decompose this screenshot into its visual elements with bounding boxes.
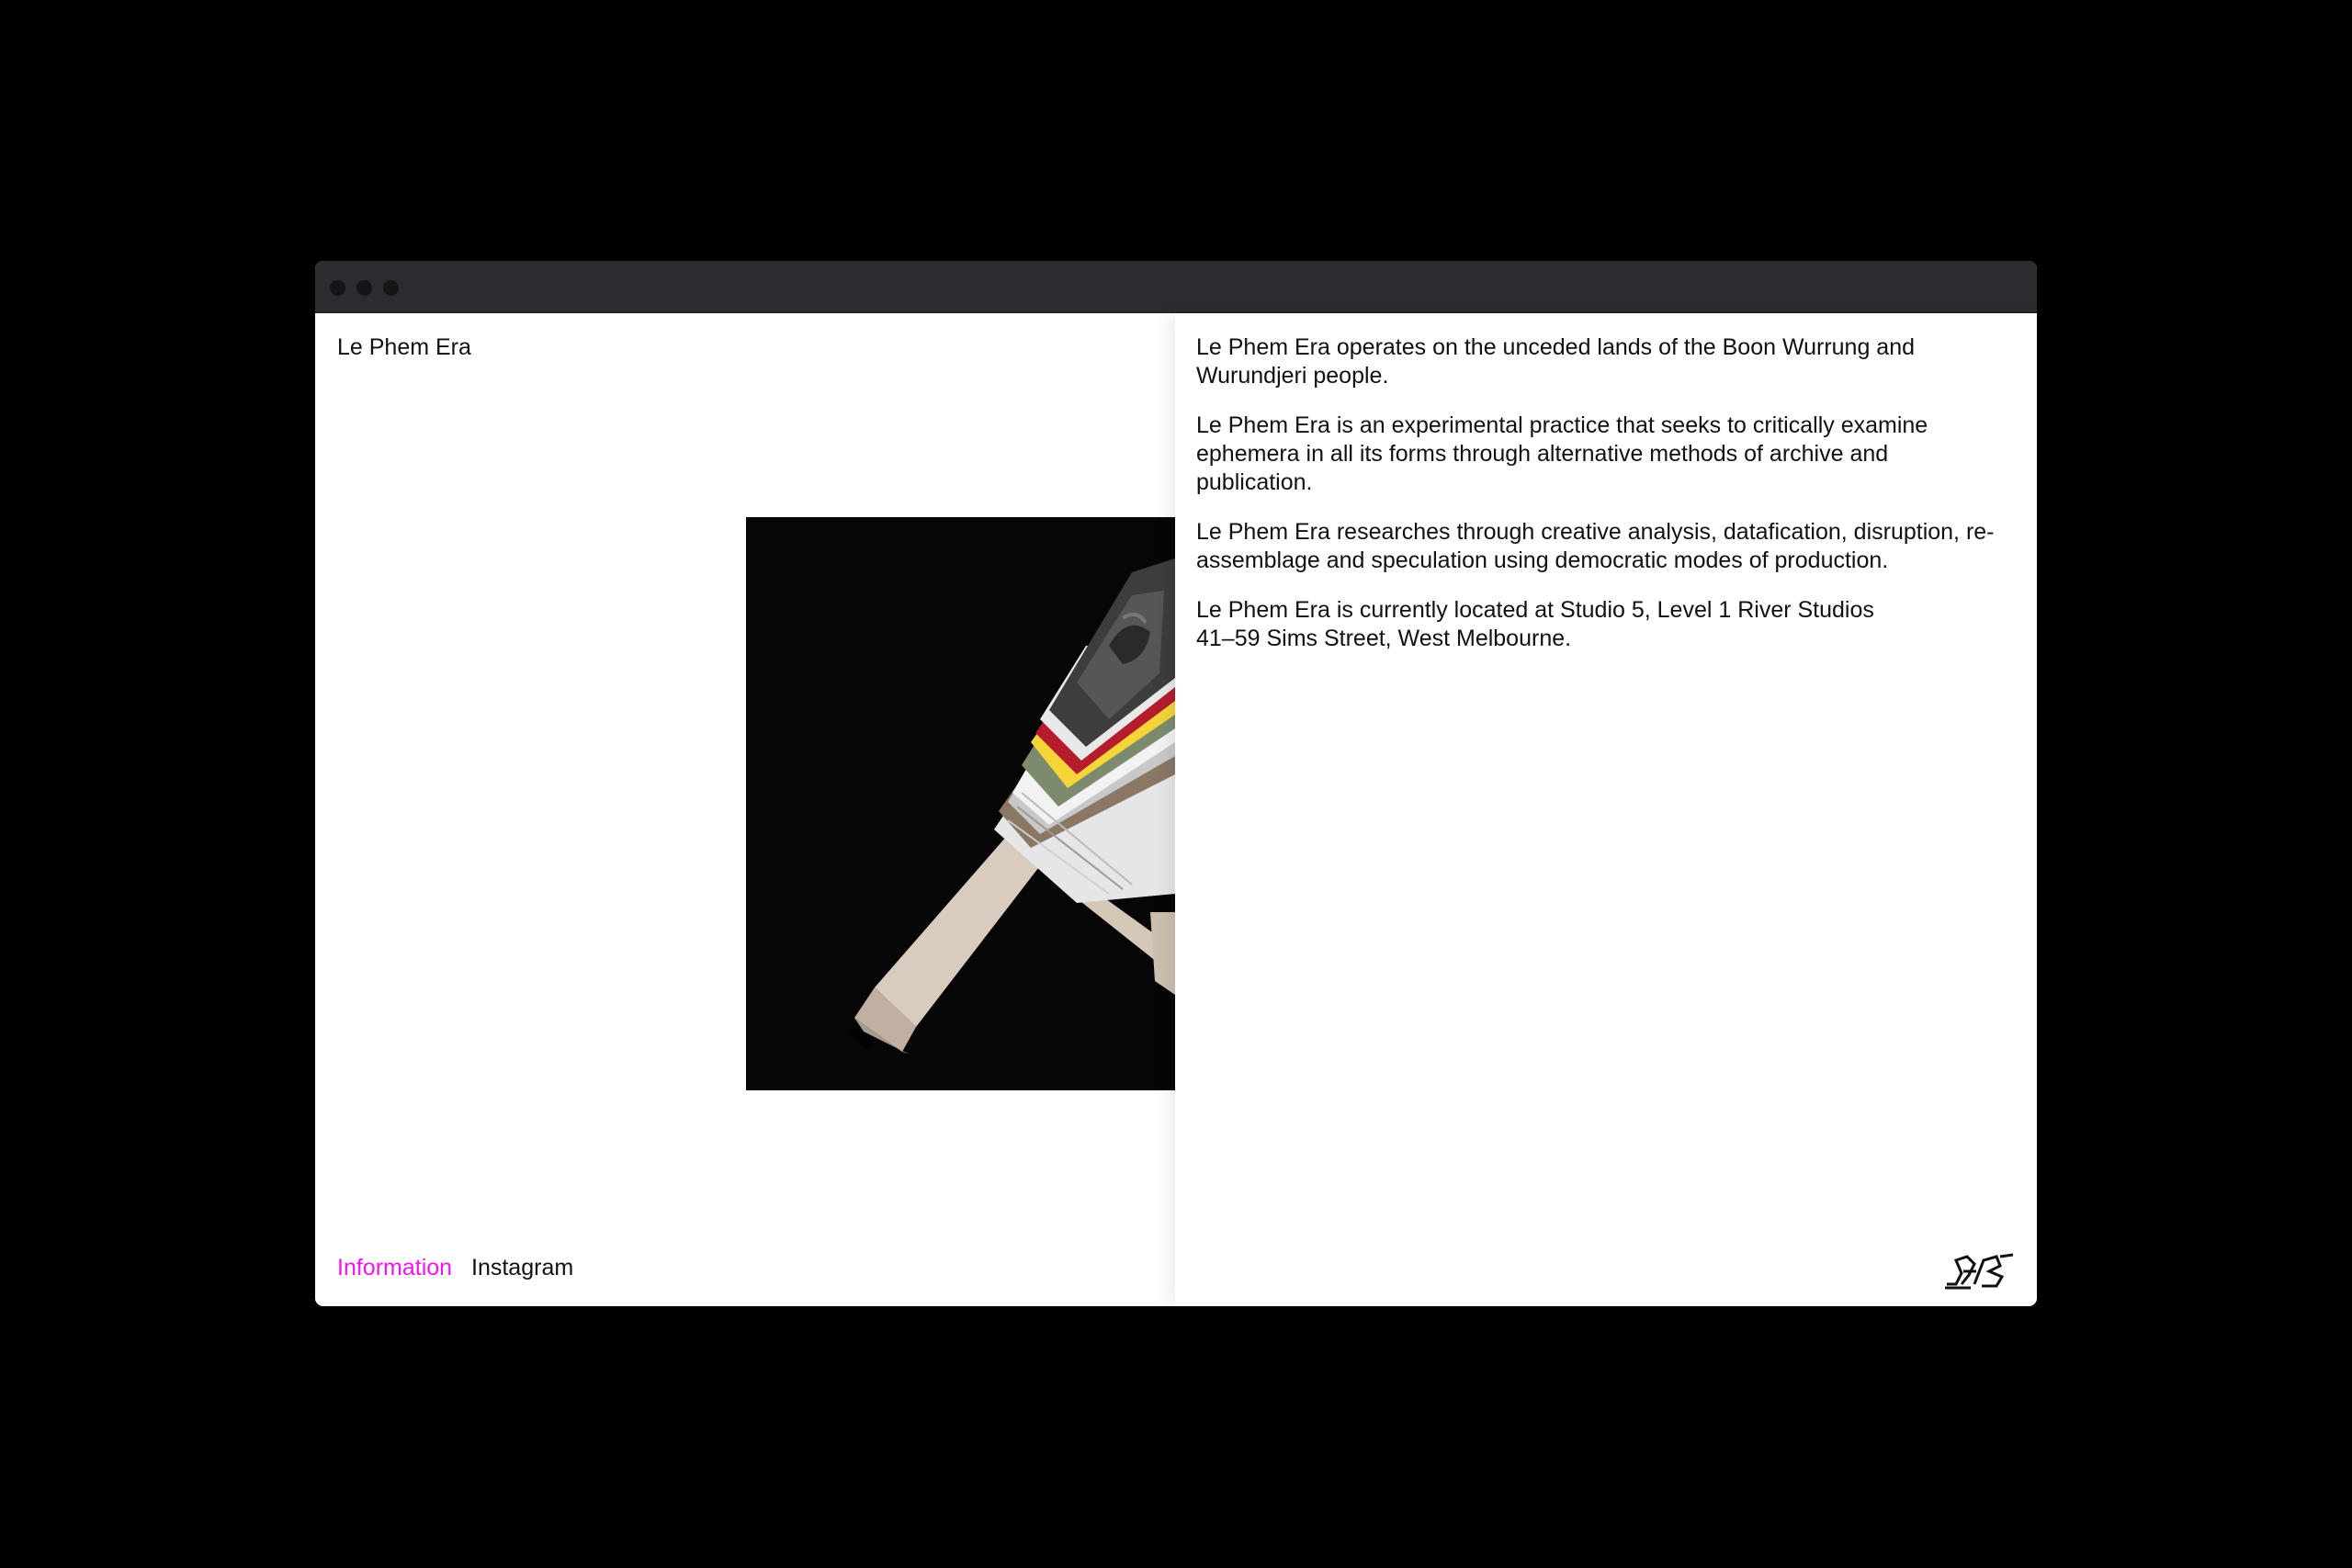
minimize-window-button[interactable] <box>356 280 372 296</box>
nav-information-link[interactable]: Information <box>337 1255 452 1280</box>
information-panel: Le Phem Era operates on the unceded land… <box>1175 313 2037 1306</box>
info-paragraph-location: Le Phem Era is currently located at Stud… <box>1196 597 1874 651</box>
zoom-window-button[interactable] <box>383 280 399 296</box>
information-text: Le Phem Era operates on the unceded land… <box>1196 333 2005 674</box>
ephemera-stand-image <box>746 517 1175 1090</box>
monogram-logo-icon <box>1945 1253 2014 1290</box>
window-titlebar <box>315 261 2037 313</box>
info-paragraph-practice: Le Phem Era is an experimental practice … <box>1196 412 1928 495</box>
close-window-button[interactable] <box>330 280 345 296</box>
info-paragraph-land: Le Phem Era operates on the unceded land… <box>1196 334 1916 389</box>
footer-nav: Information Instagram <box>337 1254 586 1282</box>
info-paragraph-research: Le Phem Era researches through creative … <box>1196 519 1995 573</box>
site-title[interactable]: Le Phem Era <box>337 333 471 362</box>
nav-instagram-link[interactable]: Instagram <box>471 1255 573 1280</box>
featured-photo <box>746 517 1175 1090</box>
left-pane: Le Phem Era Information Instagram <box>315 313 1175 1306</box>
browser-window: Le Phem Era Information Instagram Le Phe… <box>315 261 2037 1306</box>
